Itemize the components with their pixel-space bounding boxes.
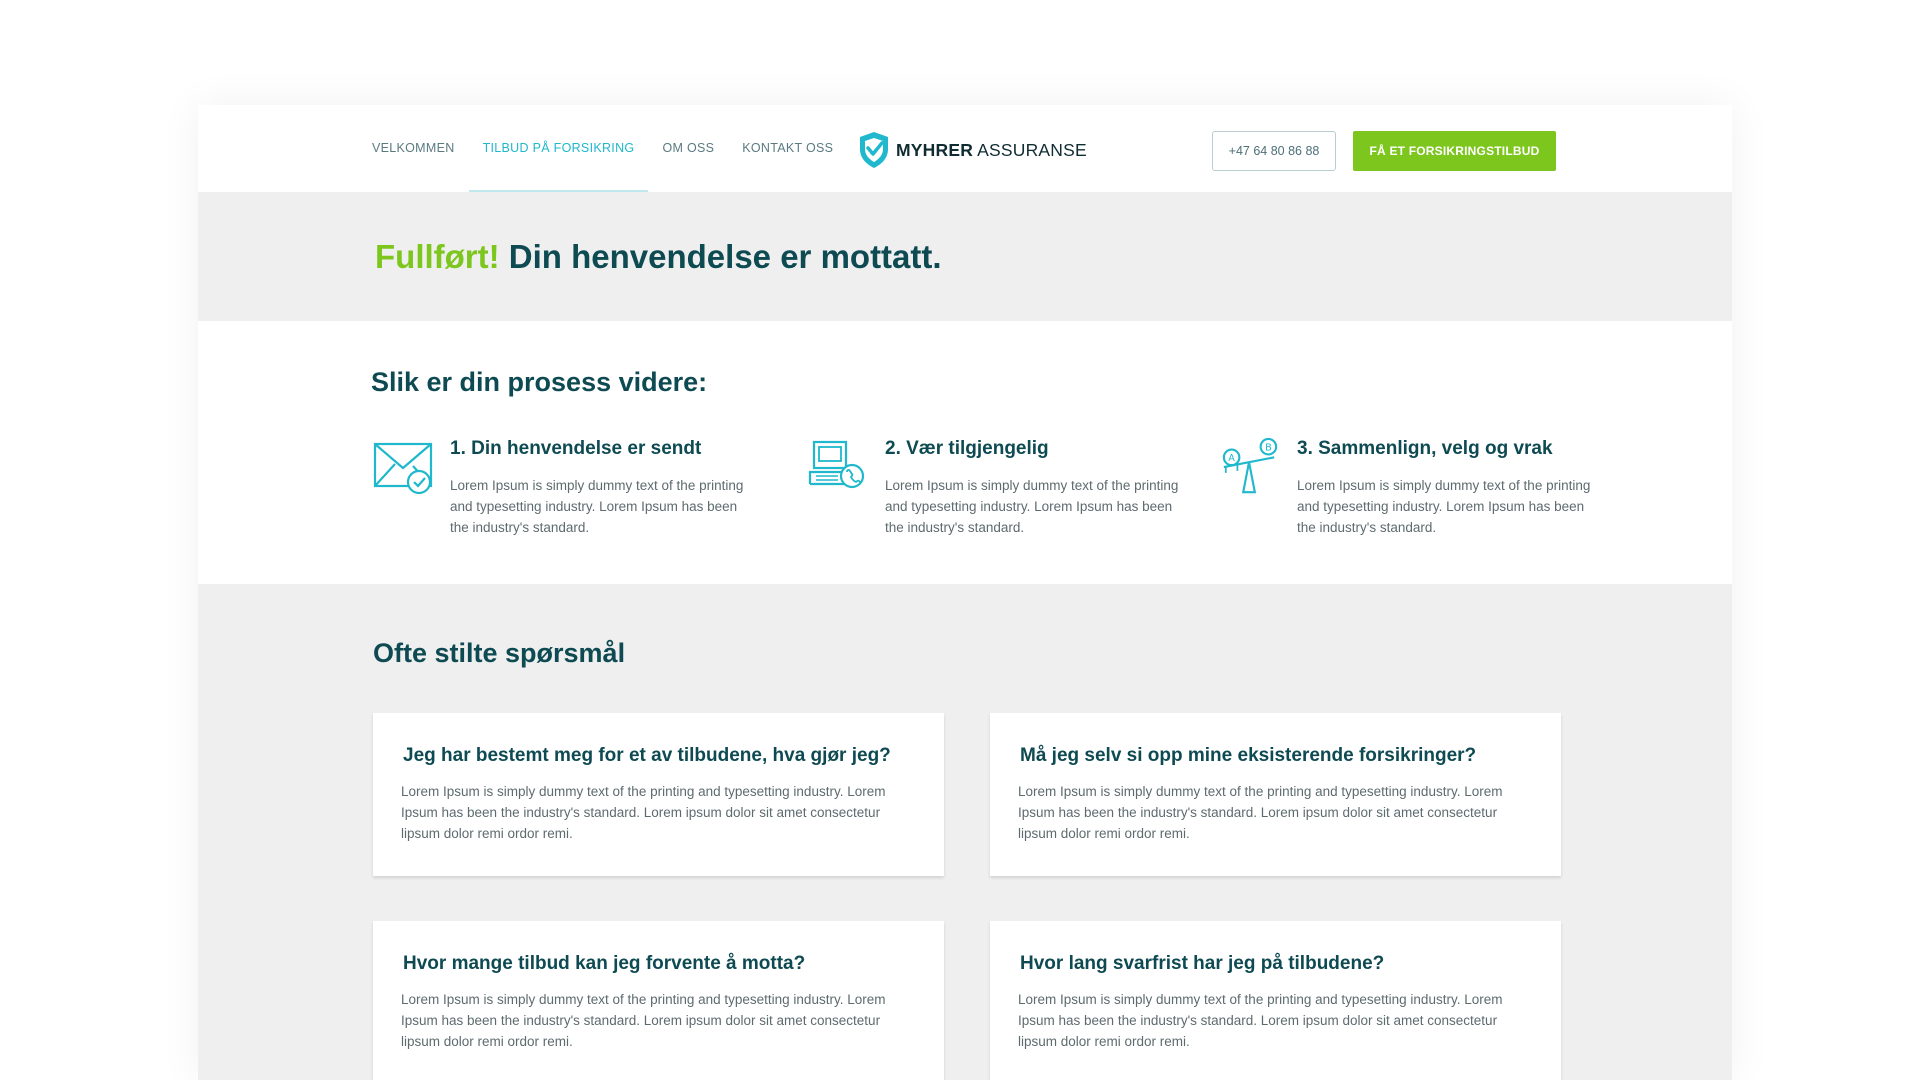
faq-answer: Lorem Ipsum is simply dummy text of the … [1018, 992, 1503, 1049]
faq-question: Jeg har bestemt meg for et av tilbudene,… [403, 745, 891, 766]
faq-answer: Lorem Ipsum is simply dummy text of the … [1018, 784, 1503, 841]
main-nav: VELKOMMEN TILBUD PÅ FORSIKRING OM OSS KO… [372, 105, 861, 192]
step-text: Lorem Ipsum is simply dummy text of the … [1297, 478, 1591, 535]
nav-item-om-oss[interactable]: OM OSS [662, 105, 714, 192]
process-step-1: 1. Din henvendelse er sendt Lorem Ipsum … [373, 438, 753, 548]
process-section: Slik er din prosess videre: 1. Din henve… [198, 321, 1732, 584]
nav-item-tilbud[interactable]: TILBUD PÅ FORSIKRING [468, 105, 649, 192]
step-title: 3. Sammenlign, velg og vrak [1297, 438, 1553, 459]
step-title: 2. Vær tilgjengelig [885, 438, 1049, 459]
step-title: 1. Din henvendelse er sendt [450, 438, 702, 459]
confirmation-banner: Fullført! Din henvendelse er mottatt. [198, 192, 1732, 321]
nav-item-kontakt-oss[interactable]: KONTAKT OSS [742, 105, 833, 192]
process-title: Slik er din prosess videre: [371, 367, 708, 397]
shield-check-icon [860, 132, 888, 168]
logo-text: MYHRER ASSURANSE [896, 139, 1087, 160]
faq-card[interactable]: Må jeg selv si opp mine eksisterende for… [990, 713, 1561, 876]
faq-question: Hvor mange tilbud kan jeg forvente å mot… [403, 953, 806, 974]
title-text: Din henvendelse er mottatt. [499, 238, 942, 275]
phone-button[interactable]: +47 64 80 86 88 [1212, 131, 1336, 171]
faq-section: Ofte stilte spørsmål Jeg har bestemt meg… [198, 584, 1732, 1080]
laptop-phone-icon [808, 440, 865, 489]
faq-card[interactable]: Hvor mange tilbud kan jeg forvente å mot… [373, 921, 944, 1080]
faq-answer: Lorem Ipsum is simply dummy text of the … [401, 784, 886, 841]
svg-text:A: A [1228, 453, 1235, 464]
nav-item-velkommen[interactable]: VELKOMMEN [372, 105, 455, 192]
step-text: Lorem Ipsum is simply dummy text of the … [450, 478, 744, 535]
faq-card[interactable]: Jeg har bestemt meg for et av tilbudene,… [373, 713, 944, 876]
page-title: Fullført! Din henvendelse er mottatt. [375, 238, 942, 276]
process-step-2: 2. Vær tilgjengelig Lorem Ipsum is simpl… [808, 438, 1188, 548]
faq-answer: Lorem Ipsum is simply dummy text of the … [401, 992, 886, 1049]
site-logo[interactable]: MYHRER ASSURANSE [858, 130, 1087, 170]
faq-card[interactable]: Hvor lang svarfrist har jeg på tilbudene… [990, 921, 1561, 1080]
get-quote-button[interactable]: FÅ ET FORSIKRINGSTILBUD [1353, 131, 1556, 171]
svg-text:B: B [1265, 443, 1272, 454]
faq-title: Ofte stilte spørsmål [373, 638, 626, 668]
title-highlight: Fullført! [375, 238, 500, 275]
process-step-3: A B 3. Sammenlign, velg og vrak Lorem Ip… [1220, 438, 1600, 548]
faq-question: Må jeg selv si opp mine eksisterende for… [1020, 745, 1477, 766]
faq-question: Hvor lang svarfrist har jeg på tilbudene… [1020, 953, 1385, 974]
website-frame: VELKOMMEN TILBUD PÅ FORSIKRING OM OSS KO… [198, 105, 1732, 1080]
envelope-check-icon [373, 442, 433, 495]
site-header: VELKOMMEN TILBUD PÅ FORSIKRING OM OSS KO… [198, 105, 1732, 192]
step-text: Lorem Ipsum is simply dummy text of the … [885, 478, 1179, 535]
balance-scale-icon: A B [1222, 438, 1278, 494]
